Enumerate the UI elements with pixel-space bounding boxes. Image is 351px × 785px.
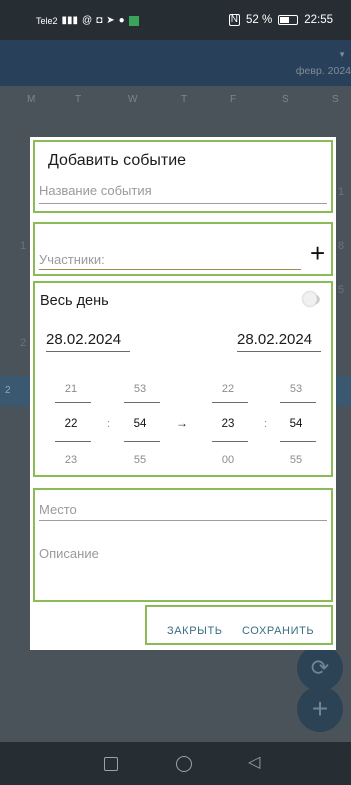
recent-apps-icon[interactable]	[104, 757, 118, 771]
start-hour-prev[interactable]: 21	[51, 383, 91, 395]
weekday-header: M T W T F S S	[0, 90, 351, 110]
end-date[interactable]: 28.02.2024	[237, 331, 312, 348]
picker-rule	[212, 402, 248, 403]
all-day-label: Весь день	[40, 293, 109, 309]
message-icon: ◘	[96, 15, 103, 26]
clock: 22:55	[304, 14, 333, 26]
calendar-day[interactable]: 2	[5, 385, 11, 396]
location-pin-icon: ●	[118, 15, 125, 26]
weekday-label: W	[128, 94, 138, 105]
end-hour-selected[interactable]: 23	[208, 418, 248, 430]
participants-underline	[39, 269, 301, 270]
sync-button[interactable]: ⟳	[297, 645, 343, 691]
place-input[interactable]: Место	[39, 502, 77, 517]
participants-section	[33, 222, 333, 276]
end-minute-next[interactable]: 55	[276, 454, 316, 466]
start-hour-selected[interactable]: 22	[51, 418, 91, 430]
details-section	[33, 488, 333, 602]
start-date-underline	[46, 351, 130, 352]
end-minute-selected[interactable]: 54	[276, 418, 316, 430]
datetime-section	[33, 281, 333, 477]
start-date[interactable]: 28.02.2024	[46, 331, 121, 348]
start-hour-next[interactable]: 23	[51, 454, 91, 466]
picker-rule	[55, 441, 91, 442]
place-underline	[39, 520, 327, 521]
picker-rule	[55, 402, 91, 403]
weekday-label: S	[282, 94, 289, 105]
system-nav-bar: ◁	[0, 742, 351, 785]
event-name-input[interactable]: Название события	[39, 183, 152, 198]
start-time-separator: :	[107, 418, 111, 430]
signal-icon: ▮▮▮	[61, 15, 79, 26]
carrier-label: Tele2	[36, 15, 58, 26]
save-button[interactable]: СОХРАНИТЬ	[242, 625, 314, 637]
weekday-label: F	[230, 94, 237, 105]
close-button[interactable]: ЗАКРЫТЬ	[167, 625, 223, 637]
end-date-underline	[237, 351, 321, 352]
all-day-toggle-knob[interactable]	[303, 292, 317, 306]
calendar-day[interactable]: 1	[20, 240, 26, 252]
event-name-underline	[39, 203, 327, 204]
start-minute-prev[interactable]: 53	[120, 383, 160, 395]
back-icon[interactable]: ◁	[248, 754, 260, 772]
calendar-day[interactable]: 8	[338, 240, 344, 252]
start-minute-selected[interactable]: 54	[120, 418, 160, 430]
plus-icon: +	[311, 693, 329, 724]
home-icon[interactable]	[176, 756, 192, 772]
description-input[interactable]: Описание	[39, 546, 99, 561]
status-right: N 52 % 22:55	[228, 14, 333, 26]
end-hour-prev[interactable]: 22	[208, 383, 248, 395]
month-label[interactable]: февр. 2024	[296, 65, 351, 77]
participants-input[interactable]: Участники:	[39, 252, 105, 267]
location-arrow-icon: ➤	[106, 15, 115, 26]
status-bar: Tele2 ▮▮▮ @ ◘ ➤ ● N 52 % 22:55	[0, 0, 351, 40]
picker-rule	[280, 402, 316, 403]
picker-rule	[280, 441, 316, 442]
at-icon: @	[82, 15, 93, 26]
status-left: Tele2 ▮▮▮ @ ◘ ➤ ●	[36, 15, 139, 26]
calendar-day[interactable]: 1	[338, 186, 344, 198]
sync-icon: ⟳	[310, 655, 330, 680]
dialog-title: Добавить событие	[48, 152, 187, 169]
picker-rule	[124, 441, 160, 442]
weekday-label: S	[332, 94, 339, 105]
add-event-fab[interactable]: +	[297, 686, 343, 732]
chevron-down-icon[interactable]: ▼	[338, 50, 346, 59]
start-minute-next[interactable]: 55	[120, 454, 160, 466]
add-participant-button[interactable]: +	[310, 240, 325, 266]
battery-icon	[278, 15, 299, 25]
end-minute-prev[interactable]: 53	[276, 383, 316, 395]
nfc-icon: N	[228, 14, 240, 26]
weekday-label: M	[27, 94, 36, 105]
end-hour-next[interactable]: 00	[208, 454, 248, 466]
app-notification-icon	[128, 15, 139, 26]
picker-rule	[124, 402, 160, 403]
app-bar: ▼ февр. 2024	[0, 40, 351, 86]
weekday-label: T	[75, 94, 82, 105]
picker-rule	[212, 441, 248, 442]
calendar-day[interactable]: 2	[20, 337, 26, 349]
time-range-arrow-icon: →	[176, 416, 188, 430]
battery-percent: 52 %	[246, 14, 273, 26]
calendar-day[interactable]: 5	[338, 284, 344, 296]
end-time-separator: :	[264, 418, 268, 430]
weekday-label: T	[181, 94, 188, 105]
